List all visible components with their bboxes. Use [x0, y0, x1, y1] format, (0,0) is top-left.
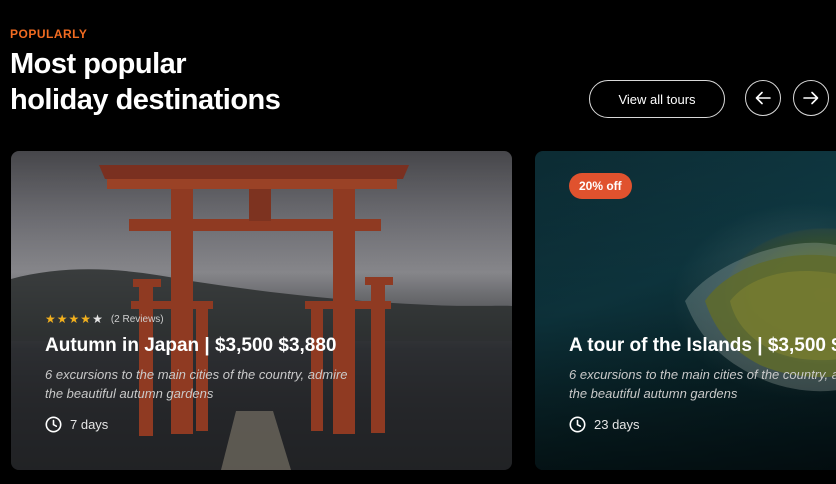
star-filled-icon: ★	[56, 312, 68, 326]
tours-section: POPULARLY Most popular holiday destinati…	[0, 0, 836, 484]
carousel-prev-button[interactable]	[745, 80, 781, 116]
star-filled-icon: ★	[45, 312, 56, 326]
tour-title[interactable]: A tour of the Islands | $3,500 $	[569, 335, 836, 357]
duration-label: 23 days	[594, 417, 640, 432]
duration-label: 7 days	[70, 417, 109, 432]
view-all-tours-button[interactable]: View all tours	[589, 80, 725, 118]
tour-duration: 7 days	[45, 416, 108, 433]
clock-icon	[569, 416, 586, 433]
arrow-right-icon	[803, 91, 819, 105]
tour-card-islands[interactable]: 20% off A tour of the Islands | $3,500 $…	[535, 151, 836, 470]
tour-description: 6 excursions to the main cities of the c…	[569, 367, 836, 401]
discount-badge: 20% off	[569, 173, 632, 199]
section-title-line-1: Most popular	[10, 48, 187, 80]
tour-duration: 23 days	[569, 416, 640, 433]
section-eyebrow: POPULARLY	[10, 27, 88, 41]
review-count: (2 Reviews)	[110, 313, 164, 325]
section-title: Most popular holiday destinations	[10, 46, 281, 118]
tour-card-japan[interactable]: ★ ★ ★ ★ ★ (2 Reviews) Autumn in Japan | …	[11, 151, 512, 470]
star-rating: ★ ★ ★ ★ ★	[45, 313, 103, 325]
star-filled-icon: ★	[68, 312, 80, 326]
tour-title[interactable]: Autumn in Japan | $3,500 $3,880	[45, 335, 337, 357]
tour-description: 6 excursions to the main cities of the c…	[45, 367, 348, 401]
tour-rating: ★ ★ ★ ★ ★ (2 Reviews)	[45, 313, 164, 325]
star-filled-icon: ★	[80, 312, 92, 326]
carousel-next-button[interactable]	[793, 80, 829, 116]
clock-icon	[45, 416, 62, 433]
star-empty-icon: ★	[92, 312, 103, 326]
section-title-line-2: holiday destinations	[10, 84, 281, 116]
arrow-left-icon	[755, 91, 771, 105]
